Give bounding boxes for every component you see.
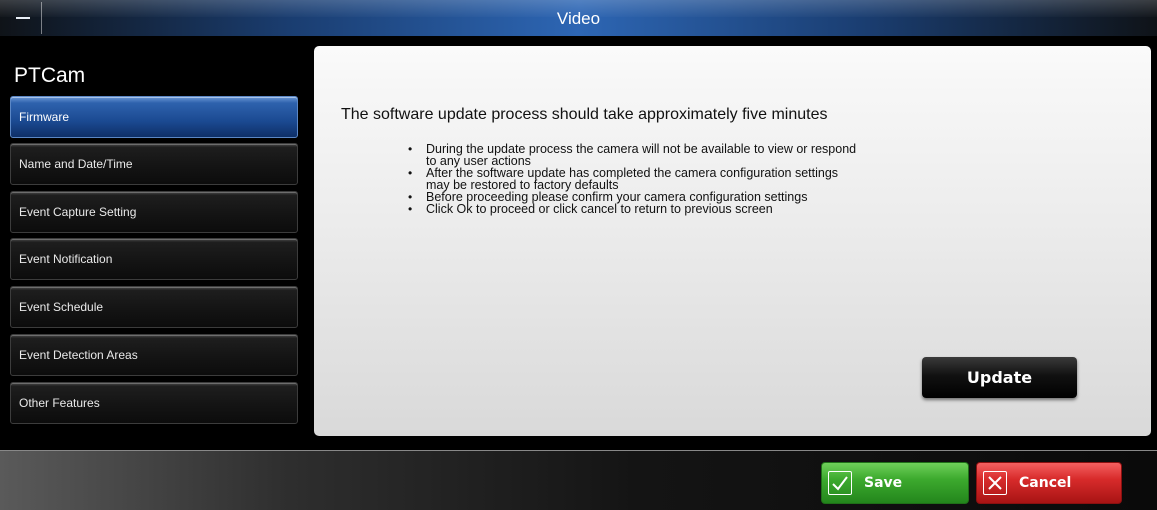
sidebar-item-event-notification[interactable]: Event Notification <box>10 238 298 280</box>
x-icon <box>983 471 1007 495</box>
update-headline: The software update process should take … <box>341 106 828 123</box>
sidebar-item-event-capture-setting[interactable]: Event Capture Setting <box>10 191 298 233</box>
list-item: After the software update has completed … <box>408 167 980 192</box>
sidebar-item-event-schedule[interactable]: Event Schedule <box>10 286 298 328</box>
sidebar-item-name-date-time[interactable]: Name and Date/Time <box>10 143 298 185</box>
update-notes-list: During the update process the camera wil… <box>408 143 980 216</box>
sidebar-item-label: Event Detection Areas <box>19 348 138 362</box>
checkmark-icon <box>828 471 852 495</box>
sidebar-item-firmware[interactable]: Firmware <box>10 96 298 138</box>
firmware-panel: The software update process should take … <box>314 46 1151 436</box>
sidebar-item-label: Event Notification <box>19 252 113 266</box>
list-item: During the update process the camera wil… <box>408 143 980 168</box>
bottom-bar: Save Cancel <box>0 450 1157 510</box>
list-item-line: Click Ok to proceed or click cancel to r… <box>426 202 773 216</box>
sidebar-item-event-detection-areas[interactable]: Event Detection Areas <box>10 334 298 376</box>
sidebar-item-label: Other Features <box>19 396 100 410</box>
list-item: Click Ok to proceed or click cancel to r… <box>408 202 980 216</box>
window-title: Video <box>556 8 601 28</box>
save-label: Save <box>864 475 903 491</box>
update-button[interactable]: Update <box>922 357 1077 398</box>
sidebar-item-other-features[interactable]: Other Features <box>10 382 298 424</box>
cancel-label: Cancel <box>1019 475 1072 491</box>
sidebar-item-label: Event Capture Setting <box>19 205 137 219</box>
cancel-button[interactable]: Cancel <box>976 462 1122 504</box>
save-button[interactable]: Save <box>821 462 969 504</box>
sidebar-item-label: Event Schedule <box>19 300 104 314</box>
sidebar-item-label: Name and Date/Time <box>19 157 133 171</box>
title-bar: Video <box>0 0 1157 37</box>
sidebar-item-label: Firmware <box>19 110 69 124</box>
app-name: PTCam <box>14 64 86 87</box>
